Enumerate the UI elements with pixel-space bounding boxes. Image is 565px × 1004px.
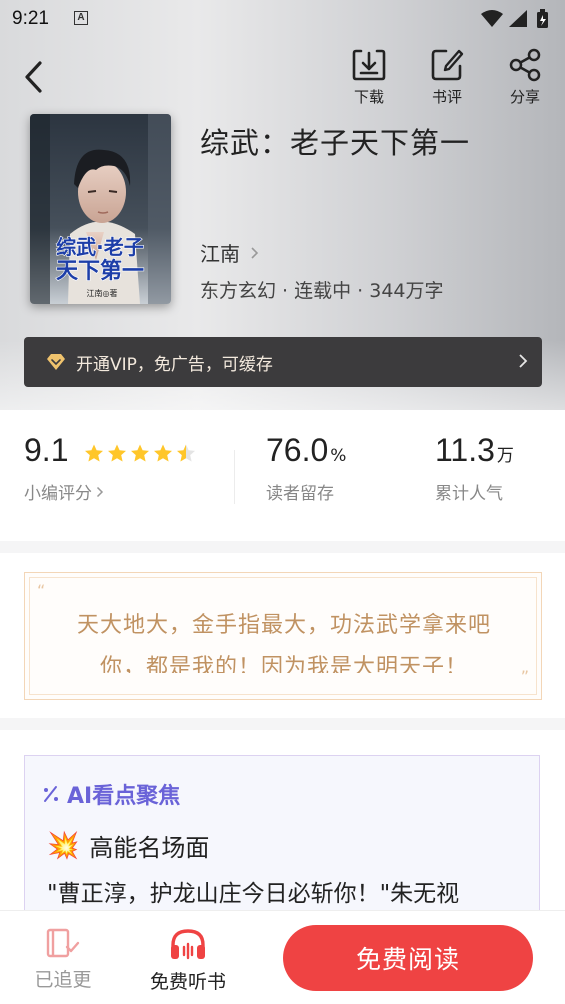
retention-unit: % <box>330 446 347 466</box>
chevron-right-icon <box>251 246 259 259</box>
quote-line-1: 天大地大，金手指最大，功法武学拿来吧 <box>76 613 491 638</box>
book-title: 综武：老子天下第一 <box>200 126 471 160</box>
share-label: 分享 <box>509 89 540 106</box>
rating-stat[interactable]: 9.1 小编评分 <box>24 432 196 504</box>
followed-button[interactable]: 已追更 <box>18 927 108 992</box>
star-icon <box>153 444 172 462</box>
star-icon <box>130 444 149 462</box>
author-link[interactable]: 江南 <box>200 238 260 267</box>
download-label: 下载 <box>353 89 384 106</box>
retention-label: 读者留存 <box>266 484 334 504</box>
headphones-icon <box>171 929 205 960</box>
free-listen-button[interactable]: 免费听书 <box>143 927 233 994</box>
ai-highlights-card[interactable]: AI看点聚焦 💥 高能名场面 "曹正淳，护龙山庄今日必斩你！"朱无视 <box>24 755 540 935</box>
star-icon <box>84 444 103 462</box>
vip-banner-text: 开通VIP，免广告，可缓存 <box>76 354 273 375</box>
share-icon <box>509 48 541 82</box>
download-button[interactable]: 下载 <box>339 48 399 107</box>
free-read-button[interactable]: 免费阅读 <box>283 925 533 991</box>
back-button[interactable] <box>18 58 52 96</box>
edit-icon <box>431 49 464 81</box>
half-star-icon <box>176 444 195 462</box>
rating-label: 小编评分 <box>24 484 92 504</box>
popularity-unit: 万 <box>496 446 514 466</box>
battery-icon <box>537 9 548 28</box>
popularity-stat: 11.3 万 累计人气 <box>435 432 514 504</box>
status-bar: 9:21 A <box>0 0 565 38</box>
review-label: 书评 <box>431 89 462 106</box>
book-meta: 东方玄幻 · 连载中 · 344万字 <box>200 280 444 302</box>
share-button[interactable]: 分享 <box>495 48 555 107</box>
retention-stat: 76.0% 读者留存 <box>266 432 346 504</box>
quote-line-2: 你，都是我的！因为我是大明天子！ <box>99 655 468 673</box>
explosion-icon: 💥 <box>47 830 80 861</box>
rating-value: 9.1 <box>24 432 69 468</box>
close-quote-icon: ” <box>520 667 529 686</box>
cover-title-line1: 综武·老子 <box>56 235 144 259</box>
signal-icon <box>509 10 527 27</box>
bookshelf-check-icon <box>46 928 80 958</box>
popularity-label: 累计人气 <box>435 484 503 504</box>
status-icons <box>479 8 553 34</box>
open-quote-icon: “ <box>37 581 46 600</box>
review-button[interactable]: 书评 <box>417 48 477 107</box>
vip-diamond-icon <box>46 353 66 371</box>
notification-icon: A <box>74 11 88 25</box>
status-time: 9:21 <box>12 8 49 29</box>
star-icon <box>107 444 126 462</box>
intro-quote-box: “ 天大地大，金手指最大，功法武学拿来吧 你，都是我的！因为我是大明天子！ ” <box>24 572 542 700</box>
author-name: 江南 <box>200 242 240 266</box>
chevron-right-icon <box>518 353 528 374</box>
ai-section-title: 高能名场面 <box>89 834 210 862</box>
section-divider <box>0 718 565 730</box>
rating-stars <box>84 444 196 463</box>
section-divider <box>0 541 565 553</box>
stats-divider <box>234 450 235 504</box>
wifi-icon <box>481 10 503 27</box>
popularity-value: 11.3 <box>435 432 495 468</box>
cover-author-tag: 江南◎著 <box>87 288 118 298</box>
followed-label: 已追更 <box>34 969 92 991</box>
free-listen-label: 免费听书 <box>149 971 226 993</box>
book-cover[interactable]: 综武·老子 天下第一 江南◎著 <box>30 114 171 304</box>
ai-sparkle-icon <box>44 786 58 802</box>
ai-title: AI看点聚焦 <box>67 784 181 809</box>
vip-banner[interactable]: 开通VIP，免广告，可缓存 <box>24 337 542 387</box>
book-stats: 9.1 小编评分 76.0% 读者留存 11.3 万 累计人气 <box>0 432 565 538</box>
bottom-action-bar: 已追更 免费听书 免费阅读 <box>0 910 565 1004</box>
back-arrow-icon <box>25 61 42 93</box>
book-cover-image: 综武·老子 天下第一 江南◎著 <box>30 114 171 304</box>
download-icon <box>352 49 386 81</box>
retention-value: 76.0 <box>266 432 329 468</box>
ai-highlight-text: "曹正淳，护龙山庄今日必斩你！"朱无视 <box>47 881 460 907</box>
cover-title-line2: 天下第一 <box>56 258 144 284</box>
chevron-right-icon <box>96 486 104 497</box>
